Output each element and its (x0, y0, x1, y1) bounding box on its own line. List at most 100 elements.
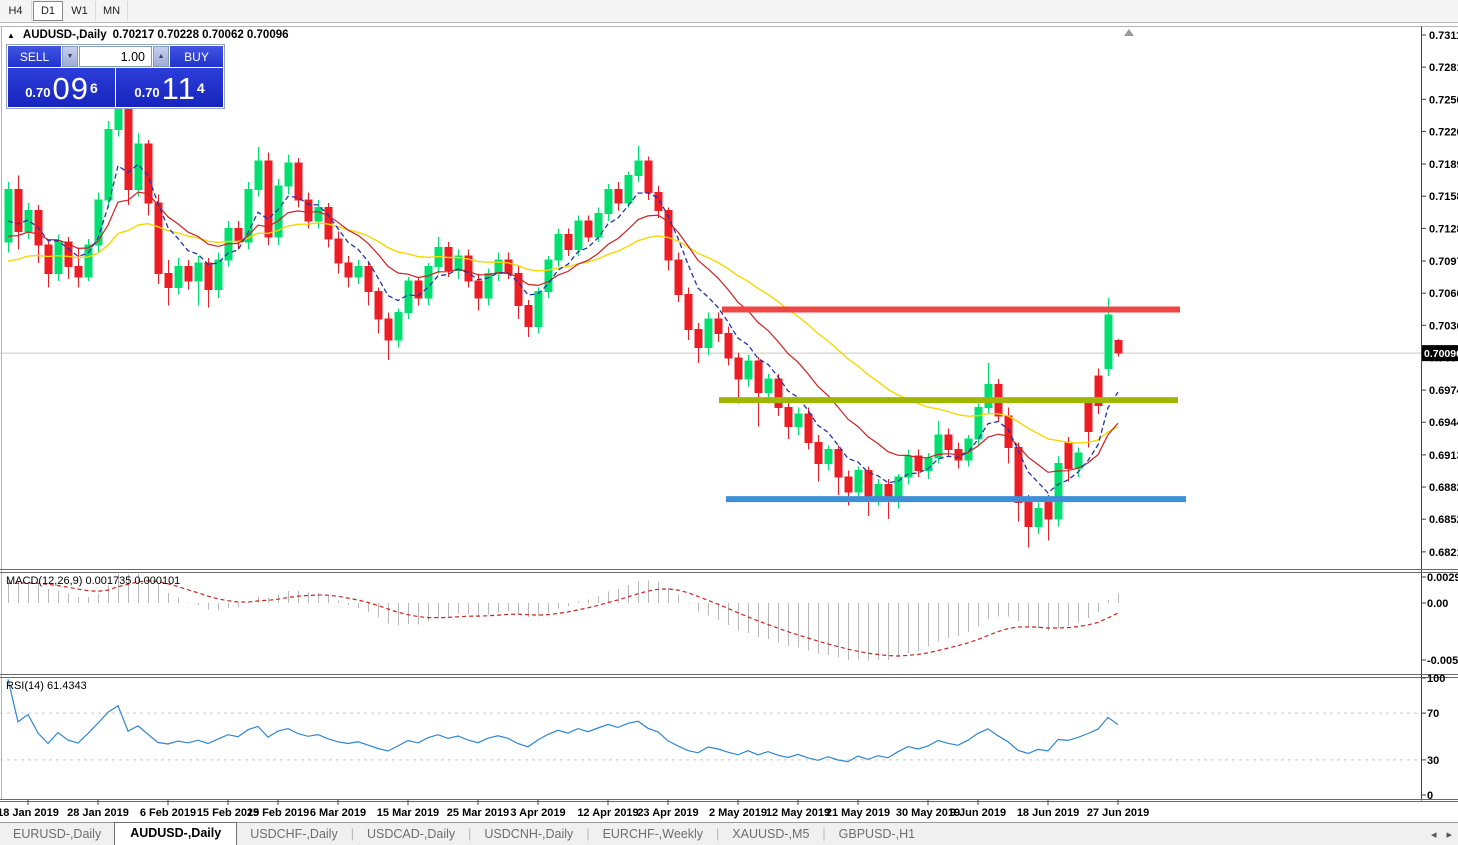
candle (84, 244, 93, 278)
candle (344, 262, 353, 278)
date-axis-label: 18 Jun 2019 (1017, 807, 1079, 819)
panel-collapse-icon[interactable]: ▲ (7, 31, 15, 40)
candle (654, 192, 663, 211)
tab-scroll-arrows: ◂ ▸ (1431, 828, 1452, 841)
chart-tab-usdcad[interactable]: USDCAD-,Daily (354, 824, 468, 845)
candle (1034, 508, 1043, 528)
candle (214, 259, 223, 290)
timeframe-button-d1[interactable]: D1 (33, 1, 63, 21)
candle (204, 262, 213, 290)
price-axis-label: 0.70970 (1429, 256, 1458, 268)
buy-price-prefix: 0.70 (134, 85, 160, 100)
candle (754, 360, 763, 394)
chart-tab-usdchf[interactable]: USDCHF-,Daily (237, 824, 351, 845)
candles-group (4, 52, 1123, 548)
sell-price-display[interactable]: 0.70 09 6 (8, 68, 115, 107)
candle (1024, 501, 1033, 528)
buy-price-big: 11 (161, 71, 196, 106)
candle (1114, 339, 1123, 354)
candle (764, 378, 773, 394)
candle (834, 449, 843, 478)
macd-label: MACD(12,26,9) (6, 575, 83, 587)
chart-tab-eurchf[interactable]: EURCHF-,Weekly (590, 824, 716, 845)
candle (974, 406, 983, 440)
chart-tab-xauusd[interactable]: XAUUSD-,M5 (719, 824, 822, 845)
chart-tab-gbpusd[interactable]: GBPUSD-,H1 (826, 824, 928, 845)
date-axis-label: 6 Mar 2019 (310, 807, 366, 819)
candle (534, 291, 543, 327)
rsi-line (7, 679, 1119, 763)
volume-up-icon[interactable]: ▲ (153, 46, 169, 67)
ma-slow-line (7, 222, 1119, 444)
tab-scroll-left-icon[interactable]: ◂ (1431, 828, 1437, 841)
chart-tab-usdcnh[interactable]: USDCNH-,Daily (471, 824, 586, 845)
price-axis-label: 0.71890 (1429, 159, 1458, 171)
volume-down-icon[interactable]: ▼ (62, 46, 78, 67)
candle (4, 188, 13, 243)
candle (364, 265, 373, 293)
date-axis-label: 25 Mar 2019 (447, 807, 509, 819)
macd-values: 0.001735 0.000101 (85, 575, 181, 587)
date-axis-label: 9 Jun 2019 (950, 807, 1006, 819)
timeframe-button-w1[interactable]: W1 (64, 1, 96, 21)
candle (424, 265, 433, 299)
price-axis-label: 0.73115 (1429, 30, 1458, 42)
date-axis-label: 27 Jun 2019 (1087, 807, 1149, 819)
candle (634, 160, 643, 177)
candle (14, 188, 23, 233)
macd-axis-label: 0.002984 (1427, 572, 1458, 584)
candle (804, 413, 813, 443)
rsi-axis-label: 70 (1427, 708, 1439, 720)
price-axis-label: 0.69745 (1429, 385, 1458, 397)
candle (814, 441, 823, 464)
candle (1064, 441, 1073, 470)
macd-pane-label: MACD(12,26,9) 0.001735 0.000101 (6, 575, 180, 587)
chart-canvas[interactable]: 0.73115 0.72810 0.72505 0.72200 0.71890 0.715… (0, 0, 1458, 845)
timeframe-button-mn[interactable]: MN (96, 1, 128, 21)
price-axis-label: 0.72200 (1429, 126, 1458, 138)
candle (524, 304, 533, 327)
chart-title: ▲ AUDUSD-,Daily 0.70217 0.70228 0.70062 … (7, 29, 289, 41)
volume-input[interactable]: 1.00 (79, 46, 152, 67)
macd-histogram (8, 574, 1119, 661)
candle (1014, 447, 1023, 503)
date-axis-label: 12 May 2019 (766, 807, 830, 819)
tab-scroll-right-icon[interactable]: ▸ (1446, 828, 1452, 841)
candle (784, 406, 793, 427)
price-axis-label: 0.68210 (1429, 547, 1458, 559)
candle (614, 188, 623, 204)
date-axis-label: 23 Apr 2019 (637, 807, 698, 819)
timeframe-button-h4[interactable]: H4 (0, 1, 32, 21)
candle (314, 206, 323, 222)
candle (354, 265, 363, 278)
date-axis-label: 2 May 2019 (709, 807, 767, 819)
macd-signal-line (7, 580, 1119, 657)
candle (844, 476, 853, 493)
rsi-axis-label: 100 (1427, 673, 1445, 685)
candle (624, 175, 633, 204)
candle (734, 357, 743, 380)
candle (574, 220, 583, 250)
price-axis-label: 0.70665 (1429, 288, 1458, 300)
candle (714, 318, 723, 335)
candle (74, 265, 83, 278)
buy-price-display[interactable]: 0.70 11 4 (116, 68, 223, 107)
sell-button[interactable]: SELL (8, 46, 61, 67)
current-price-tag-text: 0.70096 (1424, 348, 1458, 360)
price-axis-label: 0.69130 (1429, 450, 1458, 462)
candle (604, 188, 613, 215)
date-axis-label: 21 May 2019 (826, 807, 890, 819)
chart-shift-marker-icon[interactable] (1124, 29, 1134, 36)
rsi-value: 61.4343 (46, 680, 87, 692)
price-axis-label: 0.71280 (1429, 223, 1458, 235)
rsi-axis-label: 30 (1427, 755, 1439, 767)
date-axis-label: 28 Jan 2019 (67, 807, 129, 819)
candle (644, 160, 653, 194)
buy-button[interactable]: BUY (170, 46, 223, 67)
date-axis-label: 15 Mar 2019 (377, 807, 439, 819)
chart-tab-eurusd[interactable]: EURUSD-,Daily (0, 824, 114, 845)
candle (744, 360, 753, 380)
chart-tab-audusd[interactable]: AUDUSD-,Daily (114, 822, 238, 845)
candle (944, 434, 953, 451)
price-axis-label: 0.69440 (1429, 417, 1458, 429)
